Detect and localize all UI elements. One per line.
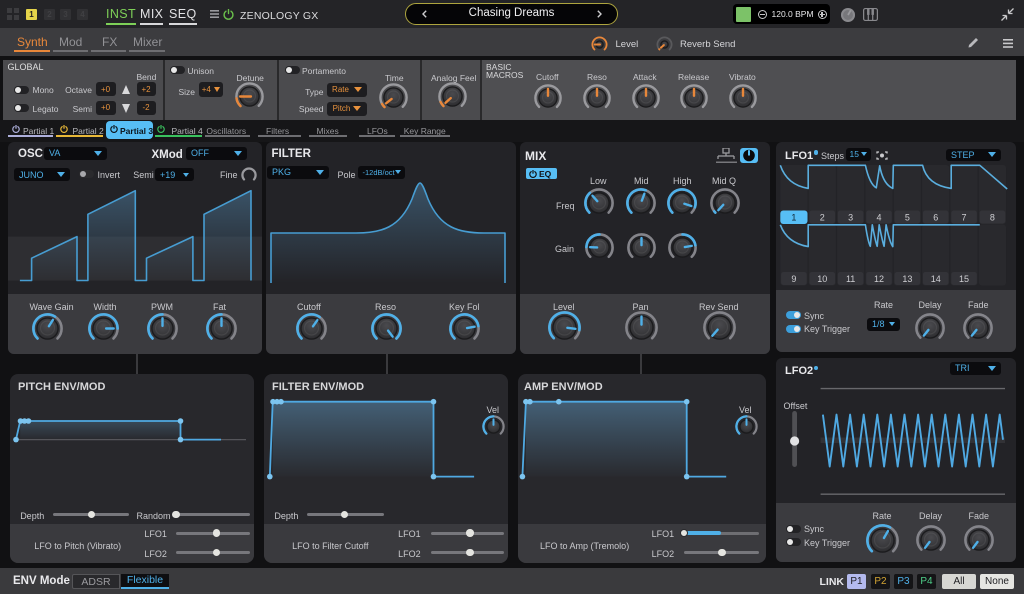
- svg-text:11: 11: [846, 274, 855, 284]
- svg-text:8: 8: [990, 213, 995, 223]
- svg-text:3: 3: [848, 213, 853, 223]
- svg-text:14: 14: [931, 274, 941, 284]
- svg-text:15: 15: [959, 274, 969, 284]
- svg-text:2: 2: [820, 213, 825, 223]
- svg-text:6: 6: [933, 213, 938, 223]
- svg-text:10: 10: [817, 274, 827, 284]
- svg-text:12: 12: [874, 274, 884, 284]
- svg-text:4: 4: [876, 213, 881, 223]
- svg-text:13: 13: [902, 274, 912, 284]
- svg-text:1: 1: [791, 213, 796, 223]
- svg-text:5: 5: [905, 213, 910, 223]
- svg-text:7: 7: [962, 213, 967, 223]
- svg-text:9: 9: [791, 274, 796, 284]
